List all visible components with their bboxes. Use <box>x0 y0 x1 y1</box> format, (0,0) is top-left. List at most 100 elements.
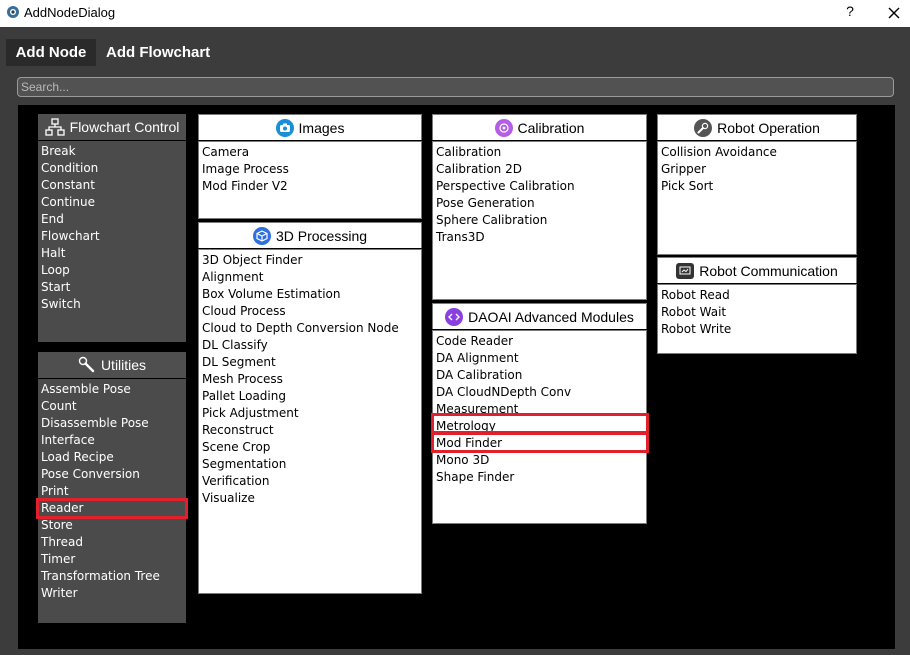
panel-header: DAOAI Advanced Modules <box>432 303 647 329</box>
list-item[interactable]: Calibration <box>436 144 643 161</box>
list-item[interactable]: Writer <box>41 585 183 602</box>
cube-icon <box>252 226 271 245</box>
panel-header: Robot Operation <box>657 114 857 140</box>
list-item[interactable]: Store <box>41 517 183 534</box>
flowchart-icon <box>44 118 65 136</box>
panel-title: Robot Communication <box>699 262 838 279</box>
list-item[interactable]: Box Volume Estimation <box>202 286 418 303</box>
list-item[interactable]: Disassemble Pose <box>41 415 183 432</box>
list-item[interactable]: Trans3D <box>436 229 643 246</box>
list-item[interactable]: Visualize <box>202 490 418 507</box>
list-item[interactable]: Loop <box>41 262 183 279</box>
panel-header: Utilities <box>38 352 186 379</box>
list-item[interactable]: Load Recipe <box>41 449 183 466</box>
list-item[interactable]: Verification <box>202 473 418 490</box>
highlight-box-mod-finder <box>431 432 649 453</box>
list-item[interactable]: Robot Write <box>661 321 853 338</box>
list-item[interactable]: Count <box>41 398 183 415</box>
panel-title: Flowchart Control <box>69 119 180 135</box>
panel-calibration: Calibration Calibration Calibration 2D Per… <box>432 114 647 300</box>
list-item[interactable]: Alignment <box>202 269 418 286</box>
search-input[interactable]: Search... <box>17 77 894 97</box>
list-item[interactable]: Mono 3D <box>436 452 643 469</box>
target-icon <box>494 118 513 137</box>
panel-flowchart-control: Flowchart Control Break Condition Constant… <box>38 114 186 342</box>
list-item[interactable]: Flowchart <box>41 228 183 245</box>
highlight-box-metrology <box>431 413 649 434</box>
window-title: AddNodeDialog <box>24 5 116 20</box>
node-palette: Flowchart Control Break Condition Constant… <box>18 105 895 649</box>
list-item[interactable]: Collision Avoidance <box>661 144 853 161</box>
tab-add-node[interactable]: Add Node <box>6 39 96 66</box>
list-item[interactable]: 3D Object Finder <box>202 252 418 269</box>
list-item[interactable]: Calibration 2D <box>436 161 643 178</box>
panel-title: Robot Operation <box>717 119 820 136</box>
list-item[interactable]: DL Classify <box>202 337 418 354</box>
list-item[interactable]: Cloud Process <box>202 303 418 320</box>
panel-header: Robot Communication <box>657 257 857 283</box>
list-item[interactable]: Break <box>41 143 183 160</box>
list-item[interactable]: Pick Sort <box>661 178 853 195</box>
monitor-icon <box>676 262 695 279</box>
list-item[interactable]: Cloud to Depth Conversion Node <box>202 320 418 337</box>
list-item[interactable]: End <box>41 211 183 228</box>
list-item[interactable]: Timer <box>41 551 183 568</box>
list-item[interactable]: Continue <box>41 194 183 211</box>
list-item[interactable]: Segmentation <box>202 456 418 473</box>
panel-title: DAOAI Advanced Modules <box>468 308 634 325</box>
close-icon[interactable] <box>884 3 904 23</box>
list-item[interactable]: Halt <box>41 245 183 262</box>
list-item[interactable]: Constant <box>41 177 183 194</box>
list-item[interactable]: Scene Crop <box>202 439 418 456</box>
code-icon <box>445 307 464 326</box>
list-item[interactable]: Perspective Calibration <box>436 178 643 195</box>
panel-header: Calibration <box>432 114 647 140</box>
panel-3d-processing: 3D Processing 3D Object Finder Alignment B… <box>198 222 422 594</box>
panel-robot-operation: Robot Operation Collision Avoidance Gripp… <box>657 114 857 255</box>
list-item[interactable]: DL Segment <box>202 354 418 371</box>
list-item[interactable]: Pallet Loading <box>202 388 418 405</box>
list-item[interactable]: Pose Generation <box>436 195 643 212</box>
highlight-box-reader <box>36 498 188 519</box>
list-item[interactable]: Interface <box>41 432 183 449</box>
tab-add-flowchart[interactable]: Add Flowchart <box>106 39 210 66</box>
camera-icon <box>275 118 294 137</box>
list-item[interactable]: Switch <box>41 296 183 313</box>
list-item[interactable]: DA Alignment <box>436 350 643 367</box>
wrench-icon <box>694 118 713 137</box>
list-item[interactable]: Image Process <box>202 161 418 178</box>
panel-title: Calibration <box>517 119 585 136</box>
list-item[interactable]: Thread <box>41 534 183 551</box>
panel-robot-communication: Robot Communication Robot Read Robot Wait… <box>657 257 857 354</box>
list-item[interactable]: Start <box>41 279 183 296</box>
title-bar: AddNodeDialog ? <box>0 0 910 27</box>
list-item[interactable]: DA CloudNDepth Conv <box>436 384 643 401</box>
list-item[interactable]: Reconstruct <box>202 422 418 439</box>
list-item[interactable]: DA Calibration <box>436 367 643 384</box>
help-button[interactable]: ? <box>841 3 859 19</box>
panel-header: Images <box>198 114 422 140</box>
panel-header: Flowchart Control <box>38 114 186 141</box>
list-item[interactable]: Shape Finder <box>436 469 643 486</box>
list-item[interactable]: Transformation Tree <box>41 568 183 585</box>
list-item[interactable]: Mesh Process <box>202 371 418 388</box>
list-item[interactable]: Code Reader <box>436 333 643 350</box>
list-item[interactable]: Pose Conversion <box>41 466 183 483</box>
wrench-icon <box>78 356 95 373</box>
list-item[interactable]: Gripper <box>661 161 853 178</box>
panel-title: 3D Processing <box>275 227 368 244</box>
list-item[interactable]: Pick Adjustment <box>202 405 418 422</box>
list-item[interactable]: Sphere Calibration <box>436 212 643 229</box>
list-item[interactable]: Robot Read <box>661 287 853 304</box>
list-item[interactable]: Robot Wait <box>661 304 853 321</box>
list-item[interactable]: Camera <box>202 144 418 161</box>
panel-images: Images Camera Image Process Mod Finder V2 <box>198 114 422 219</box>
panel-utilities: Utilities Assemble Pose Count Disassemble … <box>38 352 186 623</box>
app-logo-icon <box>7 6 19 18</box>
panel-header: 3D Processing <box>198 222 422 248</box>
list-item[interactable]: Assemble Pose <box>41 381 183 398</box>
panel-title: Images <box>298 119 345 136</box>
list-item[interactable]: Mod Finder V2 <box>202 178 418 195</box>
list-item[interactable]: Condition <box>41 160 183 177</box>
panel-title: Utilities <box>100 357 147 373</box>
